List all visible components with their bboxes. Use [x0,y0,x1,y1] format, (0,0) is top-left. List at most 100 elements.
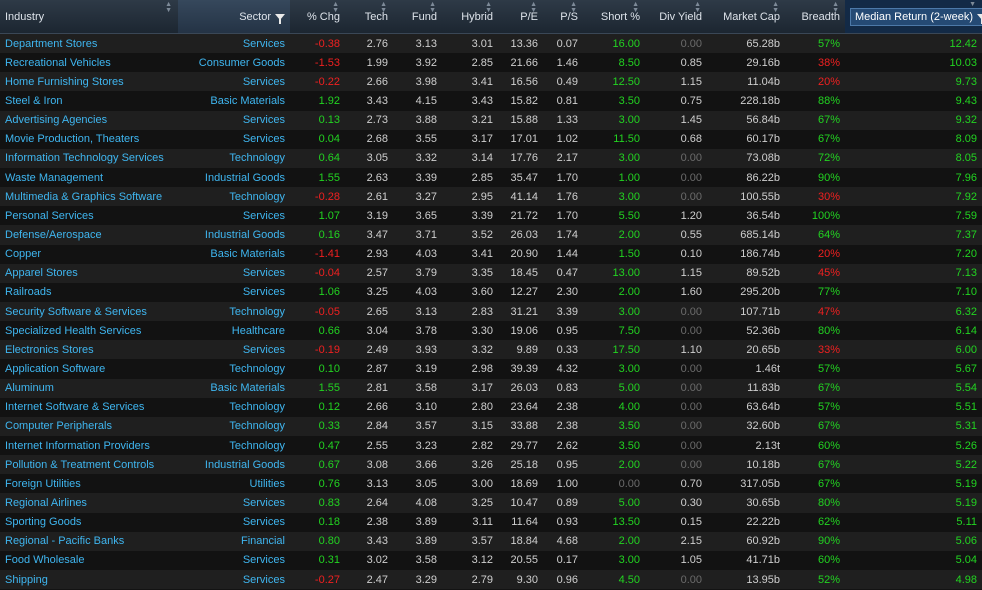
table-row[interactable]: Movie Production, Theaters Services 0.04 2.… [0,129,982,149]
industry-cell[interactable]: Waste Management [0,168,178,187]
table-row[interactable]: Waste Management Industrial Goods 1.55 2.63… [0,167,982,188]
col-mcap-header[interactable]: Market Cap ▲ ▼ [707,0,785,34]
table-row[interactable]: Foreign Utilities Utilities 0.76 3.13 3.05 3.… [0,474,982,494]
industry-cell[interactable]: Multimedia & Graphics Software [0,187,178,206]
industry-cell[interactable]: Shipping [0,570,178,589]
sector-cell[interactable]: Technology [178,436,290,455]
table-row[interactable]: Specialized Health Services Healthcare 0.6… [0,321,982,341]
table-row[interactable]: Pollution & Treatment Controls Industrial… [0,455,982,475]
industry-cell[interactable]: Application Software [0,359,178,378]
col-breadth-header[interactable]: Breadth ▲ ▼ [785,0,845,34]
sector-cell[interactable]: Utilities [178,474,290,493]
col-div-header[interactable]: Div Yield ▲ ▼ [645,0,707,34]
table-row[interactable]: Regional Airlines Services 0.83 2.64 4.08 3.2… [0,493,982,513]
col-short-header[interactable]: Short % ▲ ▼ [583,0,645,34]
sector-cell[interactable]: Industrial Goods [178,225,290,244]
table-row[interactable]: Internet Software & Services Technology 0.… [0,397,982,417]
sector-cell[interactable]: Industrial Goods [178,168,290,187]
table-row[interactable]: Home Furnishing Stores Services -0.22 2.66 3… [0,72,982,92]
sector-cell[interactable]: Services [178,34,290,54]
industry-cell[interactable]: Copper [0,245,178,264]
table-row[interactable]: Department Stores Services -0.38 2.76 3.13 3.… [0,33,982,54]
col-industry-header[interactable]: Industry ▲ ▼ [0,0,178,34]
table-row[interactable]: Personal Services Services 1.07 3.19 3.65 3.3… [0,206,982,226]
col-median-header[interactable]: Median Return (2-week) ▼ [845,0,982,34]
col-fund-header[interactable]: Fund ▲ ▼ [393,0,442,34]
table-row[interactable]: Computer Peripherals Technology 0.33 2.84 3.… [0,416,982,436]
table-row[interactable]: Internet Information Providers Technology… [0,435,982,456]
industry-cell[interactable]: Recreational Vehicles [0,53,178,72]
industry-cell[interactable]: Steel & Iron [0,91,178,110]
sector-cell[interactable]: Technology [178,398,290,417]
sector-cell[interactable]: Services [178,130,290,149]
sector-cell[interactable]: Healthcare [178,321,290,340]
industry-cell[interactable]: Foreign Utilities [0,474,178,493]
industry-cell[interactable]: Internet Information Providers [0,436,178,455]
table-row[interactable]: Steel & Iron Basic Materials 1.92 3.43 4.15 3… [0,91,982,111]
table-row[interactable]: Aluminum Basic Materials 1.55 2.81 3.58 3.17 2… [0,378,982,398]
industry-cell[interactable]: Electronics Stores [0,340,178,359]
median-header-box[interactable]: Median Return (2-week) [850,7,982,26]
filter-icon[interactable] [275,13,285,24]
industry-cell[interactable]: Specialized Health Services [0,321,178,340]
industry-cell[interactable]: Department Stores [0,34,178,54]
sector-cell[interactable]: Technology [178,187,290,206]
col-hybrid-header[interactable]: Hybrid ▲ ▼ [442,0,498,34]
table-row[interactable]: Sporting Goods Services 0.18 2.38 3.89 3.11 11… [0,512,982,532]
industry-cell[interactable]: Apparel Stores [0,264,178,283]
sector-cell[interactable]: Basic Materials [178,379,290,398]
industry-cell[interactable]: Computer Peripherals [0,417,178,436]
industry-cell[interactable]: Aluminum [0,379,178,398]
industry-cell[interactable]: Security Software & Services [0,302,178,321]
industry-cell[interactable]: Defense/Aerospace [0,225,178,244]
sector-cell[interactable]: Services [178,283,290,302]
sector-cell[interactable]: Services [178,264,290,283]
sector-cell[interactable]: Financial [178,532,290,551]
col-pe-header[interactable]: P/E ▲ ▼ [498,0,543,34]
industry-cell[interactable]: Movie Production, Theaters [0,130,178,149]
sector-cell[interactable]: Services [178,340,290,359]
table-row[interactable]: Copper Basic Materials -1.41 2.93 4.03 3.41 20… [0,244,982,264]
industry-cell[interactable]: Food Wholesale [0,551,178,570]
table-row[interactable]: Application Software Technology 0.10 2.87 3.… [0,359,982,379]
filter-icon[interactable] [977,13,982,24]
col-tech-header[interactable]: Tech ▲ ▼ [345,0,393,34]
sector-cell[interactable]: Technology [178,359,290,378]
industry-cell[interactable]: Advertising Agencies [0,111,178,130]
sector-cell[interactable]: Technology [178,149,290,168]
table-row[interactable]: Electronics Stores Services -0.19 2.49 3.93 3… [0,340,982,360]
industry-cell[interactable]: Regional Airlines [0,493,178,512]
sector-cell[interactable]: Services [178,493,290,512]
table-row[interactable]: Advertising Agencies Services 0.13 2.73 3.88… [0,110,982,130]
table-row[interactable]: Food Wholesale Services 0.31 3.02 3.58 3.12 20… [0,550,982,570]
sector-cell[interactable]: Basic Materials [178,245,290,264]
table-row[interactable]: Apparel Stores Services -0.04 2.57 3.79 3.35 1… [0,263,982,283]
col-sector-header[interactable]: Sector [178,0,290,34]
sector-cell[interactable]: Industrial Goods [178,455,290,474]
table-row[interactable]: Recreational Vehicles Consumer Goods -1.53… [0,53,982,73]
table-row[interactable]: Regional - Pacific Banks Financial 0.80 3.4… [0,531,982,551]
sector-cell[interactable]: Technology [178,302,290,321]
sector-cell[interactable]: Services [178,570,290,589]
table-row[interactable]: Security Software & Services Technology -0… [0,301,982,322]
sector-cell[interactable]: Services [178,513,290,532]
industry-cell[interactable]: Railroads [0,283,178,302]
table-row[interactable]: Shipping Services -0.27 2.47 3.29 2.79 9.30 0.9… [0,569,982,590]
table-row[interactable]: Railroads Services 1.06 3.25 4.03 3.60 12.27 2.… [0,282,982,302]
sector-cell[interactable]: Technology [178,417,290,436]
industry-cell[interactable]: Home Furnishing Stores [0,72,178,91]
col-chg-header[interactable]: % Chg ▲ ▼ [290,0,345,34]
industry-cell[interactable]: Information Technology Services [0,149,178,168]
industry-cell[interactable]: Regional - Pacific Banks [0,532,178,551]
industry-cell[interactable]: Personal Services [0,206,178,225]
sector-cell[interactable]: Basic Materials [178,91,290,110]
sector-cell[interactable]: Services [178,206,290,225]
sector-cell[interactable]: Services [178,551,290,570]
sector-cell[interactable]: Services [178,111,290,130]
industry-cell[interactable]: Internet Software & Services [0,398,178,417]
sector-cell[interactable]: Consumer Goods [178,53,290,72]
table-row[interactable]: Multimedia & Graphics Software Technology… [0,187,982,207]
sector-cell[interactable]: Services [178,72,290,91]
industry-cell[interactable]: Sporting Goods [0,513,178,532]
col-ps-header[interactable]: P/S ▲ ▼ [543,0,583,34]
